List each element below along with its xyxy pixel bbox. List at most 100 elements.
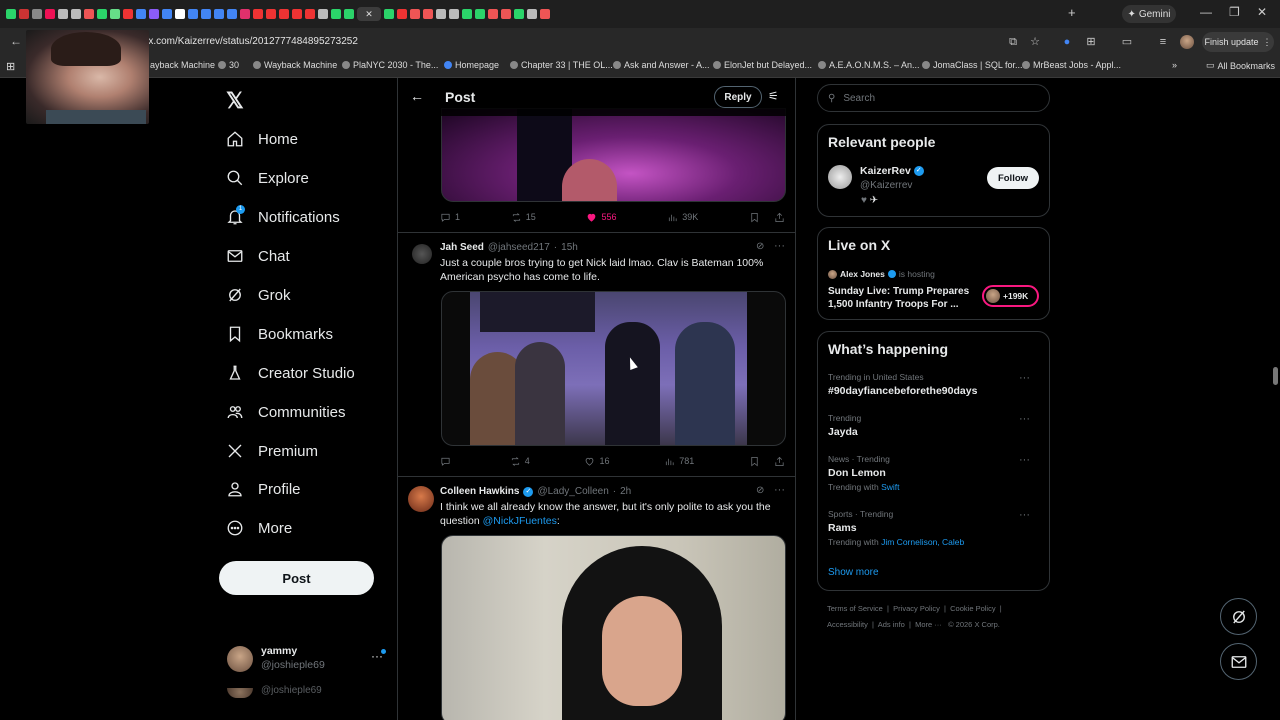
tab-favicon[interactable] — [397, 9, 407, 19]
side-panel-icon[interactable]: ▭ — [1118, 33, 1136, 51]
tab-favicon[interactable] — [188, 9, 198, 19]
new-tab-button[interactable]: + — [1068, 5, 1076, 20]
grok-icon[interactable]: ⊘ — [756, 485, 764, 496]
bookmark-item[interactable]: JomaClass | SQL for... — [922, 60, 1023, 70]
nav-more[interactable]: More — [226, 516, 292, 540]
tweet-time[interactable]: 15h — [561, 242, 578, 253]
back-arrow-icon[interactable]: ← — [10, 34, 22, 48]
bookmark-item[interactable]: Ask and Answer - A... — [613, 60, 710, 70]
tab-favicon[interactable] — [45, 9, 55, 19]
nav-communities[interactable]: Communities — [226, 400, 346, 424]
tab-favicon[interactable] — [475, 9, 485, 19]
repost-action[interactable]: 15 — [511, 212, 536, 223]
tab-favicon[interactable] — [514, 9, 524, 19]
bookmark-item[interactable]: ElonJet but Delayed... — [713, 60, 812, 70]
trend-link[interactable]: Swift — [881, 482, 899, 492]
tab-favicon[interactable] — [344, 9, 354, 19]
tab-favicon[interactable] — [175, 9, 185, 19]
bookmark-item[interactable]: Chapter 33 | THE OL... — [510, 60, 613, 70]
tab-favicon[interactable] — [149, 9, 159, 19]
search-input[interactable]: ⚲ Search — [817, 84, 1050, 112]
apps-grid-icon[interactable]: ⊞ — [6, 60, 15, 73]
minimize-button[interactable]: — — [1200, 5, 1212, 19]
bookmark-action[interactable] — [749, 212, 785, 223]
tab-favicon[interactable] — [214, 9, 224, 19]
tab-favicon[interactable] — [136, 9, 146, 19]
bookmark-item[interactable]: 30 — [218, 60, 239, 70]
live-host-row[interactable]: Alex Jones is hosting — [828, 269, 935, 279]
account-switcher[interactable]: yammy @joshieple69 ··· — [226, 643, 386, 683]
tab-favicon[interactable] — [253, 9, 263, 19]
tab-favicon[interactable] — [123, 9, 133, 19]
tab-favicon[interactable] — [240, 9, 250, 19]
tab-favicon[interactable] — [162, 9, 172, 19]
repost-action[interactable]: 4 — [510, 456, 530, 467]
messages-floating-button[interactable] — [1220, 643, 1257, 680]
grok-icon[interactable]: ⊘ — [756, 241, 764, 252]
grok-floating-button[interactable] — [1220, 598, 1257, 635]
like-action[interactable]: 556 — [586, 212, 617, 223]
bookmark-item[interactable]: A.E.A.O.N.M.S. – An... — [818, 60, 920, 70]
nav-profile[interactable]: Profile — [226, 477, 301, 501]
close-window-button[interactable]: ✕ — [1257, 5, 1267, 19]
tab-favicon[interactable] — [305, 9, 315, 19]
chevron-right-icon[interactable]: » — [1172, 60, 1177, 70]
views-action[interactable]: 39K — [667, 212, 698, 223]
trend-link[interactable]: Jim Cornelison, Caleb — [881, 537, 964, 547]
tab-favicon[interactable] — [279, 9, 289, 19]
tab-favicon[interactable] — [462, 9, 472, 19]
tab-favicon[interactable] — [501, 9, 511, 19]
tab-favicon[interactable] — [110, 9, 120, 19]
like-action[interactable]: 16 — [584, 456, 610, 467]
install-app-icon[interactable]: ⧉ — [1004, 33, 1022, 51]
nav-chat[interactable]: Chat — [226, 244, 290, 268]
avatar[interactable] — [408, 486, 434, 512]
tab-favicon[interactable] — [488, 9, 498, 19]
trend-item[interactable]: Trending in United States #90dayfiancebe… — [828, 372, 1038, 397]
tweet-author-handle[interactable]: @jahseed217 — [488, 242, 550, 253]
nav-grok[interactable]: Grok — [226, 283, 291, 307]
gemini-button[interactable]: ✦ Gemini — [1122, 5, 1176, 23]
maximize-button[interactable]: ❐ — [1229, 5, 1240, 19]
more-dots-icon[interactable]: ··· — [1019, 413, 1030, 425]
person-name-row[interactable]: KaizerRev ✓ — [860, 165, 924, 177]
tweet-media-video[interactable] — [441, 108, 786, 202]
x-logo-icon[interactable]: 𝕏 — [226, 88, 244, 114]
tab-favicon[interactable] — [527, 9, 537, 19]
trend-item[interactable]: Sports · Trending Rams Trending with Jim… — [828, 509, 1038, 547]
page-scrollbar[interactable] — [1272, 78, 1280, 720]
nav-bookmarks[interactable]: Bookmarks — [226, 322, 333, 346]
tweet-author-name[interactable]: Colleen Hawkins — [440, 486, 519, 497]
scrollbar-thumb[interactable] — [1273, 367, 1278, 385]
tab-favicon[interactable] — [436, 9, 446, 19]
tweet-author-handle[interactable]: @Lady_Colleen — [537, 486, 608, 497]
tab-favicon[interactable] — [71, 9, 81, 19]
tab-favicon[interactable] — [410, 9, 420, 19]
bookmark-item[interactable]: MrBeast Jobs - Appl... — [1022, 60, 1121, 70]
mention-link[interactable]: @NickJFuentes — [483, 515, 557, 527]
tab-favicon[interactable] — [227, 9, 237, 19]
avatar[interactable] — [828, 165, 852, 189]
media-controls-icon[interactable]: ≡ — [1154, 33, 1172, 51]
tab-favicon-row[interactable]: ✕ — [6, 7, 1086, 21]
url-field[interactable]: ://x.com/Kaizerrev/status/20127774848952… — [140, 32, 1020, 52]
views-action[interactable]: 781 — [664, 456, 694, 467]
footer-link[interactable]: Privacy Policy — [893, 604, 940, 613]
footer-link[interactable]: Ads info — [878, 620, 905, 629]
more-dots-icon[interactable]: ··· — [774, 240, 785, 252]
reply-action[interactable] — [440, 456, 455, 467]
footer-link[interactable]: More ··· — [915, 620, 942, 629]
trend-item[interactable]: Trending Jayda ··· — [828, 413, 1038, 438]
all-bookmarks[interactable]: ▭ All Bookmarks — [1206, 60, 1275, 71]
nav-home[interactable]: Home — [226, 127, 298, 151]
tab-favicon[interactable] — [292, 9, 302, 19]
tab-favicon[interactable] — [84, 9, 94, 19]
bookmark-item[interactable]: Wayback Machine — [253, 60, 337, 70]
post-button[interactable]: Post — [219, 561, 374, 595]
live-title[interactable]: Sunday Live: Trump Prepares 1,500 Infant… — [828, 285, 978, 311]
footer-link[interactable]: Terms of Service — [827, 604, 883, 613]
bookmark-item[interactable]: PlaNYC 2030 - The... — [342, 60, 438, 70]
tab-favicon[interactable] — [331, 9, 341, 19]
more-dots-icon[interactable]: ··· — [774, 484, 785, 496]
tab-favicon[interactable] — [540, 9, 550, 19]
